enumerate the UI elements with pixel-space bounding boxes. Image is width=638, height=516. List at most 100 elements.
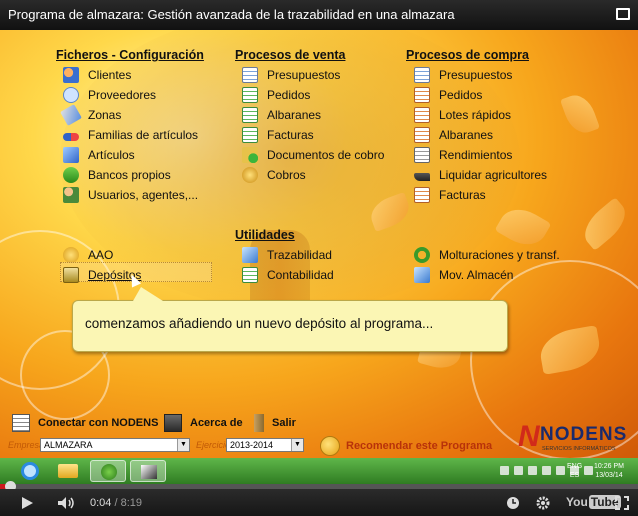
- menu-mov-almacen[interactable]: Mov. Almacén: [414, 266, 513, 284]
- menu-compra-lotes[interactable]: Lotes rápidos: [414, 106, 511, 124]
- video-controls: 0:04 / 8:19 You Tube: [0, 489, 638, 516]
- heading-compras: Procesos de compra: [406, 48, 529, 62]
- menu-compra-facturas[interactable]: Facturas: [414, 186, 486, 204]
- about-button[interactable]: Acerca de: [164, 414, 243, 432]
- expand-icon[interactable]: [615, 496, 629, 510]
- play-icon[interactable]: [22, 497, 33, 509]
- chevron-down-icon[interactable]: ▼: [177, 439, 189, 451]
- tray-icon[interactable]: [514, 466, 523, 475]
- menu-venta-presupuestos[interactable]: Presupuestos: [242, 66, 340, 84]
- background-leaf: [560, 90, 600, 138]
- menu-clientes[interactable]: Clientes: [63, 66, 131, 84]
- menu-venta-albaranes[interactable]: Albaranes: [242, 106, 321, 124]
- recycle-icon: [414, 247, 430, 263]
- document-icon: [414, 127, 430, 143]
- user-group-icon: [63, 187, 79, 203]
- document-stack-icon: [414, 87, 430, 103]
- menu-trazabilidad[interactable]: Trazabilidad: [242, 246, 332, 264]
- document-connect-icon: [12, 414, 30, 432]
- tray-icon[interactable]: [584, 466, 593, 475]
- year-label: Ejercicio: [196, 440, 231, 450]
- menu-venta-cobros[interactable]: Cobros: [242, 166, 306, 184]
- heading-ventas: Procesos de venta: [235, 48, 346, 62]
- menu-articulos[interactable]: Artículos: [63, 146, 135, 164]
- dollar-icon: [63, 167, 79, 183]
- app-main-window: Ficheros - Configuración Clientes Provee…: [0, 30, 638, 458]
- taskbar-clock[interactable]: 10:26 PM 13/03/14: [594, 462, 624, 480]
- menu-compra-albaranes[interactable]: Albaranes: [414, 126, 493, 144]
- taskbar-recorder[interactable]: [130, 460, 166, 482]
- year-select[interactable]: 2013-2014 ▼: [226, 438, 304, 452]
- medal-icon: [63, 247, 79, 263]
- speech-bubble-icon: [63, 87, 79, 103]
- background-leaf: [576, 197, 634, 251]
- export-document-icon: [242, 267, 258, 283]
- tutorial-text: comenzamos añadiendo un nuevo depósito a…: [85, 316, 434, 331]
- tray-icon[interactable]: [556, 466, 565, 475]
- calculator-icon: [242, 67, 258, 83]
- settings-gear-icon[interactable]: [536, 496, 550, 510]
- tag-icon: [60, 104, 82, 126]
- pill-icon: [63, 133, 79, 141]
- monitor-icon: [164, 414, 182, 432]
- nodens-logo-sub: SERVICIOS INFORMÁTICOS: [542, 446, 616, 452]
- coins-icon: [242, 167, 258, 183]
- menu-venta-facturas[interactable]: Facturas: [242, 126, 314, 144]
- invoice-icon: [414, 187, 430, 203]
- document-icon: [242, 107, 258, 123]
- box-search-icon: [242, 247, 258, 263]
- language-indicator[interactable]: ENG ES: [567, 462, 582, 480]
- money-add-icon: [242, 147, 258, 163]
- calculator-icon: [414, 67, 430, 83]
- tutorial-balloon: comenzamos añadiendo un nuevo depósito a…: [72, 287, 508, 352]
- taskbar-explorer[interactable]: [50, 460, 86, 482]
- tray-icon[interactable]: [500, 466, 509, 475]
- menu-familias[interactable]: Familias de artículos: [63, 126, 198, 144]
- windows-taskbar: ENG ES 10:26 PM 13/03/14: [0, 458, 638, 484]
- menu-molturaciones[interactable]: Molturaciones y transf.: [414, 246, 560, 264]
- users-icon: [63, 67, 79, 83]
- document-icon: [414, 107, 430, 123]
- nodens-logo: N NODENS SERVICIOS INFORMÁTICOS: [512, 420, 636, 456]
- fullscreen-icon[interactable]: [616, 8, 630, 20]
- box-arrow-icon: [414, 267, 430, 283]
- edit-document-icon: [414, 147, 430, 163]
- youtube-logo[interactable]: You Tube: [566, 495, 621, 509]
- tree-icon: [101, 464, 117, 480]
- recommend-button[interactable]: Recomendar este Programa: [320, 436, 492, 456]
- tank-icon: [63, 267, 79, 283]
- menu-venta-pedidos[interactable]: Pedidos: [242, 86, 310, 104]
- menu-compra-rendimientos[interactable]: Rendimientos: [414, 146, 512, 164]
- video-title-bar: Programa de almazara: Gestión avanzada d…: [0, 0, 638, 30]
- door-icon: [254, 414, 264, 432]
- tray-icon[interactable]: [528, 466, 537, 475]
- exit-button[interactable]: Salir: [254, 414, 296, 432]
- nodens-logo-mark: N: [518, 420, 540, 453]
- time-display: 0:04 / 8:19: [90, 497, 143, 509]
- menu-compra-presupuestos[interactable]: Presupuestos: [414, 66, 512, 84]
- heading-ficheros: Ficheros - Configuración: [56, 48, 204, 62]
- menu-bancos[interactable]: Bancos propios: [63, 166, 171, 184]
- company-select[interactable]: ALMAZARA ▼: [40, 438, 190, 452]
- menu-venta-documentos-cobro[interactable]: Documentos de cobro: [242, 146, 384, 164]
- taskbar-ie[interactable]: [12, 460, 48, 482]
- menu-contabilidad[interactable]: Contabilidad: [242, 266, 334, 284]
- document-stack-icon: [242, 87, 258, 103]
- folder-icon: [58, 464, 78, 478]
- video-title[interactable]: Programa de almazara: Gestión avanzada d…: [8, 7, 455, 22]
- menu-usuarios[interactable]: Usuarios, agentes,...: [63, 186, 198, 204]
- heading-utilidades: Utilidades: [235, 228, 295, 242]
- taskbar-almazara-app[interactable]: [90, 460, 126, 482]
- menu-compra-liquidar[interactable]: Liquidar agricultores: [414, 166, 547, 184]
- cube-icon: [63, 147, 79, 163]
- chevron-down-icon[interactable]: ▼: [291, 439, 303, 451]
- menu-zonas[interactable]: Zonas: [60, 104, 121, 126]
- connect-button[interactable]: Conectar con NODENS: [12, 414, 158, 432]
- company-label: Empresa: [8, 440, 45, 450]
- volume-icon[interactable]: [58, 497, 76, 509]
- invoice-icon: [242, 127, 258, 143]
- tray-icon[interactable]: [542, 466, 551, 475]
- watch-later-icon[interactable]: [506, 496, 520, 510]
- menu-compra-pedidos[interactable]: Pedidos: [414, 86, 482, 104]
- menu-proveedores[interactable]: Proveedores: [63, 86, 156, 104]
